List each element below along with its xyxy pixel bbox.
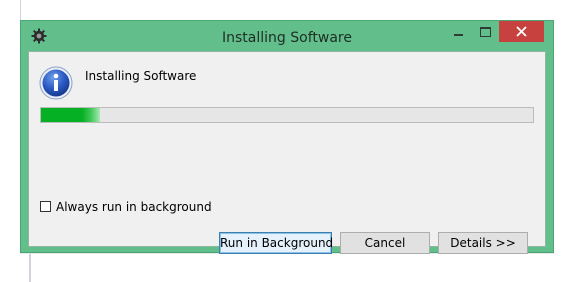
progress-bar	[40, 107, 534, 123]
always-run-background-checkbox[interactable]	[40, 201, 51, 212]
status-message: Installing Software	[85, 69, 197, 83]
info-icon	[39, 66, 73, 100]
dialog-content: Installing Software Always run in backgr…	[28, 51, 546, 254]
run-in-background-button[interactable]: Run in Background	[219, 232, 333, 254]
title-bar[interactable]: Installing Software	[21, 21, 553, 51]
checkbox-label[interactable]: Always run in background	[56, 200, 212, 214]
minimize-icon	[454, 34, 463, 36]
background-divider	[29, 250, 31, 282]
installing-software-window: Installing Software Installing Software …	[20, 20, 554, 254]
close-icon	[516, 26, 527, 37]
minimize-button[interactable]	[445, 21, 472, 42]
details-button[interactable]: Details >>	[438, 232, 528, 254]
maximize-icon	[480, 27, 491, 37]
close-button[interactable]	[499, 21, 544, 42]
maximize-button[interactable]	[472, 21, 499, 42]
progress-fill	[41, 108, 101, 122]
background-divider	[20, 0, 21, 20]
desktop-background: Installing Software Installing Software …	[0, 0, 564, 282]
cancel-button[interactable]: Cancel	[340, 232, 430, 254]
